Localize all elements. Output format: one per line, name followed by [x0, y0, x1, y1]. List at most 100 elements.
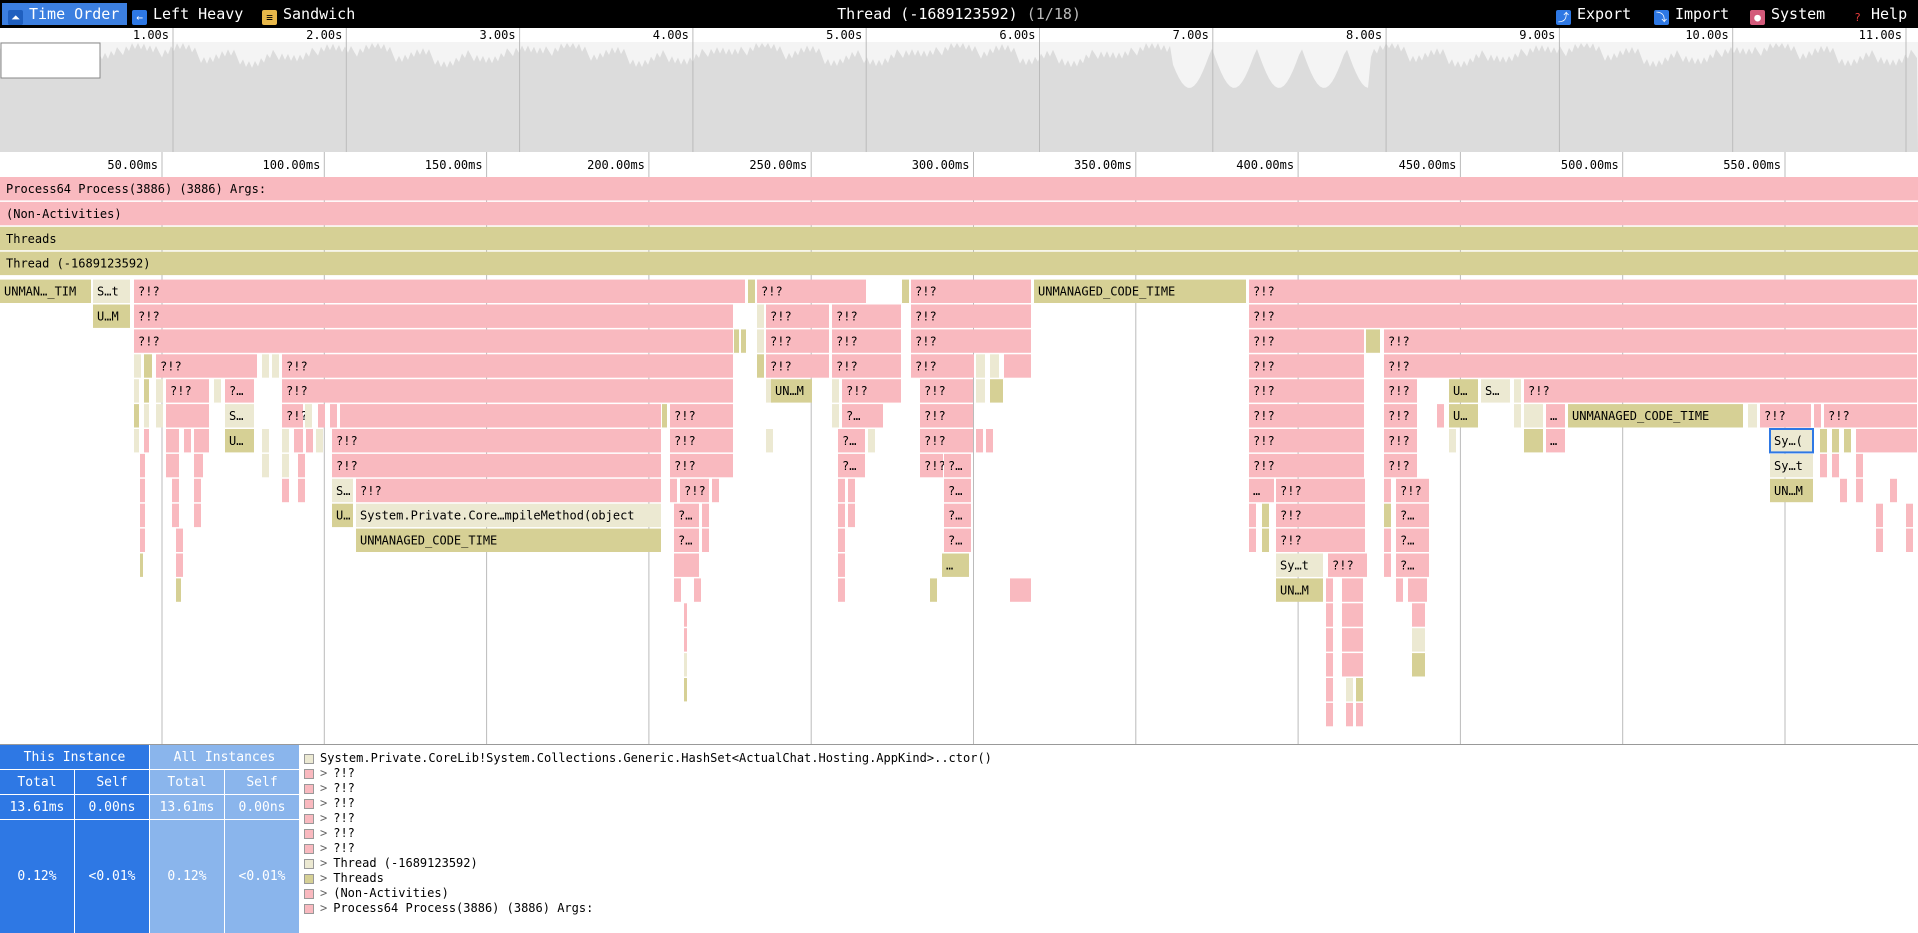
flame-frame[interactable] [214, 379, 221, 403]
flame-frame[interactable] [156, 404, 163, 428]
flame-frame[interactable] [1356, 702, 1363, 727]
stack-frame-row[interactable]: >?!? [304, 811, 1904, 826]
stack-frame-row[interactable]: >?!? [304, 826, 1904, 841]
flame-frame[interactable] [318, 404, 325, 428]
flame-frame[interactable]: ?… [1396, 528, 1429, 552]
flame-frame[interactable]: ?… [944, 528, 971, 552]
flame-frame[interactable]: ?!? [766, 354, 829, 378]
flame-frame[interactable]: ?!? [1384, 404, 1417, 428]
stack-frame-row[interactable]: >?!? [304, 781, 1904, 796]
flame-frame[interactable] [1249, 528, 1256, 552]
flame-frame[interactable] [766, 429, 773, 453]
flame-frame[interactable]: ?!? [282, 354, 733, 378]
flame-frame[interactable]: ?!? [1760, 404, 1811, 428]
flame-frame[interactable]: S… [1481, 379, 1510, 403]
flame-frame[interactable]: ?… [1396, 553, 1429, 577]
flame-frame[interactable]: S…t [93, 279, 130, 303]
flame-frame[interactable] [1346, 702, 1353, 727]
flame-frame[interactable] [1890, 478, 1897, 503]
flame-frame[interactable]: UN…M [1276, 578, 1323, 602]
overview-viewport[interactable] [0, 42, 101, 79]
flame-frame[interactable]: ?!? [1384, 429, 1417, 453]
flame-frame[interactable]: ?!? [920, 379, 973, 403]
flame-frame[interactable] [1356, 678, 1363, 702]
flame-root-frame[interactable]: Threads [0, 226, 1918, 251]
flame-frame[interactable]: ?!? [920, 453, 946, 478]
flame-frame[interactable] [1326, 702, 1333, 727]
time-order-tab[interactable]: ⏶ Time Order [2, 3, 128, 25]
flame-frame[interactable] [1876, 503, 1883, 528]
flame-frame[interactable] [1346, 678, 1353, 702]
flame-frame[interactable] [757, 304, 764, 328]
selected-frame[interactable]: Sy…( [1769, 428, 1814, 454]
flame-frame[interactable] [194, 453, 203, 478]
flame-frame[interactable] [176, 553, 183, 577]
flame-frame[interactable] [1412, 628, 1425, 652]
flame-root-frame[interactable]: (Non-Activities) [0, 201, 1918, 226]
flame-frame[interactable]: ?!? [1249, 404, 1364, 428]
flame-frame[interactable]: ?!? [1249, 329, 1364, 353]
flame-frame[interactable]: ?!? [1384, 354, 1917, 378]
flame-frame[interactable] [1342, 628, 1363, 652]
flame-frame[interactable] [757, 354, 764, 378]
flame-frame[interactable]: U… [225, 429, 254, 453]
stack-frame-row[interactable]: > Process64 Process(3886) (3886) Args: [304, 901, 1904, 916]
flame-frame[interactable] [832, 379, 839, 403]
flame-frame[interactable] [282, 429, 289, 453]
flame-frame[interactable] [1524, 429, 1543, 453]
flame-frame[interactable]: ?!? [832, 304, 901, 328]
flame-frame[interactable] [670, 478, 677, 503]
flame-frame[interactable] [1396, 578, 1403, 602]
flame-frame[interactable] [1326, 578, 1333, 602]
overview-graph[interactable]: 1.00s 2.00s 3.00s 4.00s 5.00s 6.00s 7.00s 8.00s… [0, 28, 1918, 152]
flame-frame[interactable] [1326, 628, 1333, 652]
flame-frame[interactable] [1342, 578, 1363, 602]
flame-frame[interactable] [1906, 528, 1913, 552]
flame-frame[interactable] [144, 379, 149, 403]
flame-frame[interactable] [838, 503, 845, 528]
flame-frame[interactable] [1326, 653, 1333, 677]
flame-frame[interactable]: ?… [674, 503, 699, 528]
flame-frame[interactable] [1249, 503, 1256, 528]
flame-frame[interactable] [306, 429, 313, 453]
flame-frame[interactable] [1384, 503, 1391, 528]
flame-frame[interactable] [1326, 678, 1333, 702]
flame-frame[interactable] [298, 478, 305, 503]
flame-frame[interactable] [1514, 379, 1521, 403]
overview-minimap[interactable]: 1.00s 2.00s 3.00s 4.00s 5.00s 6.00s 7.00s 8.00s… [0, 28, 1918, 152]
flame-frame[interactable] [1820, 453, 1827, 478]
export-button[interactable]: ⤴ Export [1550, 3, 1639, 25]
flame-frame[interactable] [902, 279, 909, 303]
flame-frame[interactable]: ?!? [1824, 404, 1917, 428]
flame-frame[interactable]: ?!? [832, 329, 901, 353]
flame-frame[interactable]: ?!? [1249, 279, 1917, 303]
flame-frame[interactable]: ?!? [332, 453, 661, 478]
flame-frame[interactable] [838, 528, 845, 552]
flame-frame[interactable] [305, 404, 312, 428]
flame-frame[interactable]: … [1546, 429, 1565, 453]
flame-frame[interactable]: ?!? [1524, 379, 1917, 403]
flame-frame[interactable] [674, 553, 699, 577]
flame-frame[interactable] [1326, 603, 1333, 627]
flame-frame[interactable] [684, 653, 687, 677]
flame-frame[interactable]: ?… [838, 429, 865, 453]
selected-frame-row[interactable]: System.Private.CoreLib!System.Collection… [304, 751, 1904, 766]
flame-frame[interactable] [184, 429, 191, 453]
flame-frame[interactable] [134, 379, 139, 403]
flame-frame[interactable] [262, 354, 269, 378]
flame-frame[interactable] [1832, 429, 1839, 453]
flame-frame[interactable] [674, 578, 681, 602]
flame-frame[interactable] [1342, 603, 1363, 627]
flame-root-frame[interactable]: Process64 Process(3886) (3886) Args: [0, 177, 1918, 201]
flame-frame[interactable] [1004, 354, 1031, 378]
flame-frame[interactable]: ?!? [134, 279, 745, 303]
flame-frame[interactable] [172, 503, 179, 528]
flame-frame[interactable]: ?!? [1249, 379, 1364, 403]
left-heavy-tab[interactable]: ← Left Heavy [126, 3, 251, 25]
flame-frame[interactable]: ?… [944, 453, 971, 478]
flame-frame[interactable]: ?… [842, 404, 883, 428]
flame-frame[interactable] [1856, 478, 1863, 503]
flame-frame[interactable]: ?… [225, 379, 254, 403]
flame-frame[interactable]: ?!? [282, 379, 733, 403]
flame-frame[interactable] [194, 478, 201, 503]
